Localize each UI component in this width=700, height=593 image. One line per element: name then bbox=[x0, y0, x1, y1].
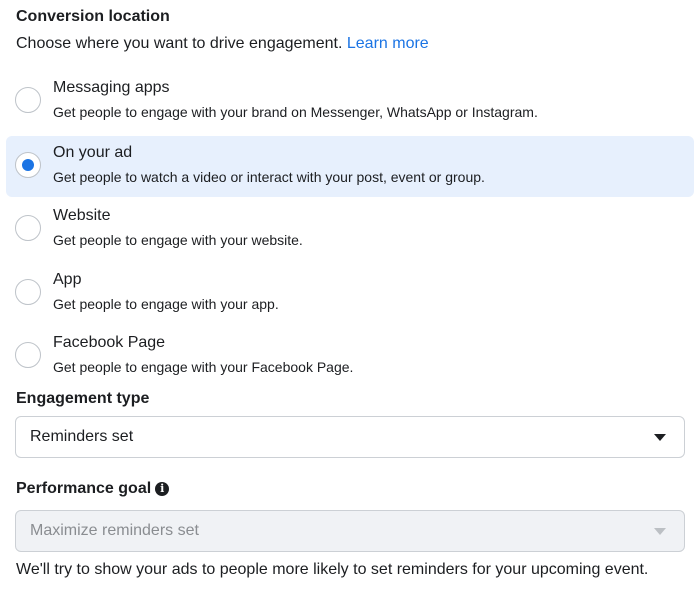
option-facebook-page[interactable]: Facebook Page Get people to engage with … bbox=[6, 326, 694, 387]
option-label: Facebook Page bbox=[53, 334, 166, 351]
conversion-location-subtitle: Choose where you want to drive engagemen… bbox=[16, 35, 429, 53]
option-description: Get people to watch a video or interact … bbox=[53, 169, 485, 185]
engagement-type-select[interactable]: Reminders set bbox=[15, 416, 685, 458]
performance-goal-select: Maximize reminders set bbox=[15, 510, 685, 552]
option-app[interactable]: App Get people to engage with your app. bbox=[6, 263, 694, 324]
caret-down-icon bbox=[654, 434, 666, 441]
option-label: On your ad bbox=[53, 144, 133, 161]
performance-goal-title: Performance goal i bbox=[16, 480, 170, 498]
radio-website[interactable] bbox=[15, 215, 41, 241]
option-label: Website bbox=[53, 207, 111, 224]
option-messaging-apps[interactable]: Messaging apps Get people to engage with… bbox=[6, 71, 694, 132]
option-description: Get people to engage with your Facebook … bbox=[53, 359, 354, 375]
performance-goal-label: Performance goal bbox=[16, 480, 152, 497]
radio-app[interactable] bbox=[15, 279, 41, 305]
learn-more-link[interactable]: Learn more bbox=[347, 35, 429, 52]
performance-goal-helper-text: We'll try to show your ads to people mor… bbox=[16, 561, 649, 578]
option-label: App bbox=[53, 271, 82, 288]
engagement-type-title: Engagement type bbox=[16, 390, 150, 407]
info-icon[interactable]: i bbox=[155, 482, 170, 496]
engagement-type-value: Reminders set bbox=[30, 428, 134, 445]
radio-facebook-page[interactable] bbox=[15, 342, 41, 368]
option-website[interactable]: Website Get people to engage with your w… bbox=[6, 199, 694, 260]
performance-goal-value: Maximize reminders set bbox=[30, 522, 199, 539]
subtitle-text: Choose where you want to drive engagemen… bbox=[16, 35, 343, 52]
option-label: Messaging apps bbox=[53, 79, 170, 96]
option-description: Get people to engage with your app. bbox=[53, 296, 279, 312]
option-description: Get people to engage with your website. bbox=[53, 232, 303, 248]
radio-messaging-apps[interactable] bbox=[15, 87, 41, 113]
conversion-location-title: Conversion location bbox=[16, 8, 170, 25]
option-on-your-ad[interactable]: On your ad Get people to watch a video o… bbox=[6, 136, 694, 197]
caret-down-icon bbox=[654, 528, 666, 535]
radio-on-your-ad[interactable] bbox=[15, 152, 41, 178]
option-description: Get people to engage with your brand on … bbox=[53, 104, 538, 120]
